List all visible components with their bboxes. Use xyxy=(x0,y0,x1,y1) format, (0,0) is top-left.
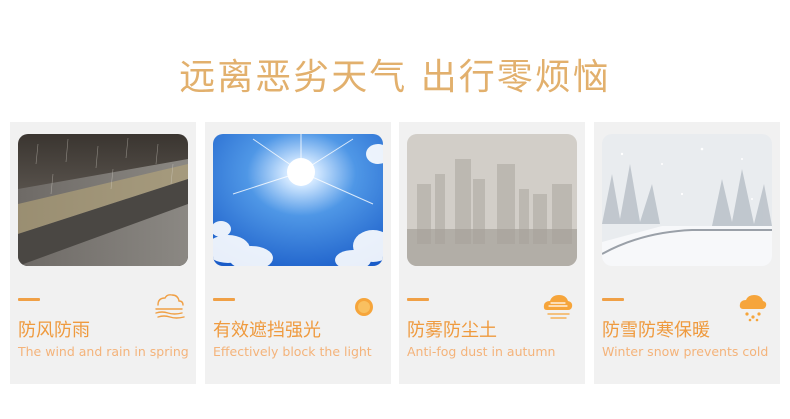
wind-rain-icon xyxy=(152,292,186,322)
feature-title: 防风防雨 xyxy=(18,320,90,341)
page-title: 远离恶劣天气 出行零烦恼 xyxy=(179,57,611,99)
feature-subtitle: The wind and rain in spring xyxy=(18,344,189,359)
feature-card-snow: 防雪防寒保暖 Winter snow prevents cold xyxy=(594,122,780,384)
snowy-road-photo xyxy=(602,134,772,266)
foggy-city-photo xyxy=(407,134,577,266)
snow-cloud-icon xyxy=(736,292,770,322)
accent-dash xyxy=(602,298,624,301)
feature-card-fog: 防雾防尘土 Anti-fog dust in autumn xyxy=(399,122,585,384)
feature-subtitle: Effectively block the light xyxy=(213,344,372,359)
feature-subtitle: Winter snow prevents cold xyxy=(602,344,769,359)
rain-road-photo xyxy=(18,134,188,266)
feature-card-rain: 防风防雨 The wind and rain in spring xyxy=(10,122,196,384)
accent-dash xyxy=(407,298,429,301)
accent-dash xyxy=(213,298,235,301)
feature-card-sun: 有效遮挡强光 Effectively block the light xyxy=(205,122,391,384)
sun-icon xyxy=(347,292,381,322)
feature-title: 防雪防寒保暖 xyxy=(602,320,710,341)
accent-dash xyxy=(18,298,40,301)
fog-cloud-icon xyxy=(541,292,575,322)
feature-subtitle: Anti-fog dust in autumn xyxy=(407,344,556,359)
feature-title: 防雾防尘土 xyxy=(407,320,497,341)
feature-title: 有效遮挡强光 xyxy=(213,320,321,341)
sunny-sky-photo xyxy=(213,134,383,266)
